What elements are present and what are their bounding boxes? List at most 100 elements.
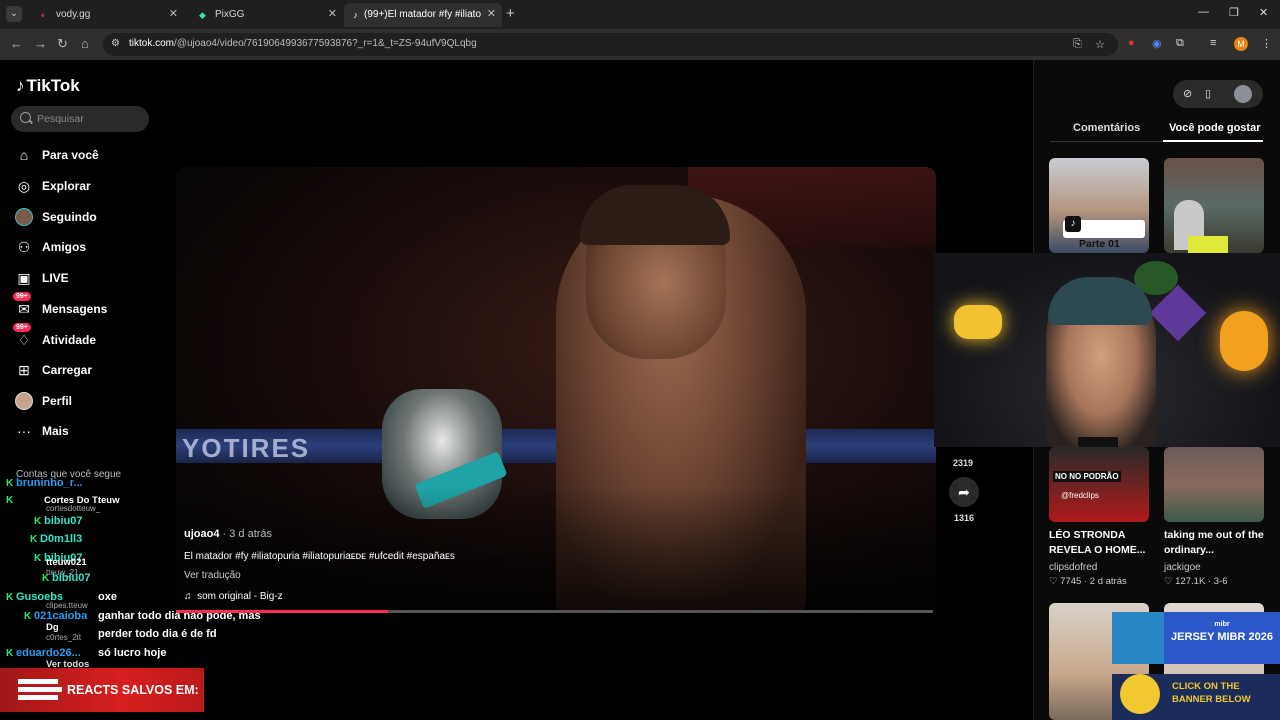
tiktok-logo[interactable]: ♪ TikTok xyxy=(16,76,80,96)
back-icon[interactable]: ← xyxy=(10,37,23,51)
extension-record-icon[interactable]: ● xyxy=(1128,37,1135,49)
bookmark-star-icon[interactable]: ☆ xyxy=(1095,38,1105,51)
tab-comentarios[interactable]: Comentários xyxy=(1073,122,1140,134)
active-tab-underline xyxy=(1163,140,1263,142)
video-caption[interactable]: El matador #fy #iliatopuria #iliatopuria… xyxy=(184,551,455,562)
browser-menu-icon[interactable]: ⋮ xyxy=(1261,37,1272,50)
nav-carregar[interactable]: ⊞ Carregar xyxy=(15,361,165,381)
video-sound[interactable]: ♫ som original - Big-z xyxy=(184,591,283,602)
search-placeholder: Pesquisar xyxy=(37,113,84,125)
card-meta: ♡ 7745 · 2 d atrás xyxy=(1049,576,1127,587)
video-bottom-gradient xyxy=(176,487,936,613)
chat-message: oxe xyxy=(98,591,117,603)
nav-atividade[interactable]: ♢ 99+ Atividade xyxy=(13,323,165,351)
browser-profile-avatar[interactable]: M xyxy=(1234,37,1248,51)
chat-subtitle: cortesdotteuw_ xyxy=(46,504,101,513)
fighter-hair xyxy=(580,185,730,245)
pumpkin-lamp-decor xyxy=(1220,311,1268,371)
new-tab-button[interactable]: + xyxy=(506,5,515,22)
close-tab-icon[interactable]: ✕ xyxy=(169,7,178,20)
nav-live[interactable]: ▣ LIVE xyxy=(15,269,165,289)
chat-line: K bruninho_r... xyxy=(6,477,83,489)
tab-pixgg[interactable]: ◆ PixGG ✕ xyxy=(185,3,343,27)
home-icon: ⌂ xyxy=(19,147,29,163)
tab-vody[interactable]: ◐ vody.gg ✕ xyxy=(26,3,184,27)
video-card[interactable]: Parte 01 ♪ xyxy=(1049,158,1149,253)
close-window-icon[interactable]: ✕ xyxy=(1259,6,1268,19)
extension-audio-icon[interactable]: ◉ xyxy=(1152,37,1162,50)
restore-icon[interactable]: ❐ xyxy=(1229,6,1239,19)
unread-badge: 99+ xyxy=(13,292,31,301)
nav-amigos[interactable]: ⚇ Amigos xyxy=(15,238,165,258)
live-icon: ▣ xyxy=(17,270,31,286)
microphone xyxy=(1078,437,1118,447)
nav-seguindo[interactable]: Seguindo xyxy=(15,208,165,228)
card-author[interactable]: clipsdofred xyxy=(1049,562,1097,573)
home-page-icon[interactable]: ⌂ xyxy=(81,37,89,51)
video-author[interactable]: ujoao4 · 3 d atrás xyxy=(184,528,272,540)
extensions-puzzle-icon[interactable]: ⧉ xyxy=(1176,37,1184,50)
close-tab-icon[interactable]: ✕ xyxy=(487,7,496,20)
minimize-icon[interactable]: — xyxy=(1198,6,1209,18)
streamer-webcam xyxy=(934,253,1280,447)
tab-title: PixGG xyxy=(215,9,245,20)
tiktok-note-icon: ♪ xyxy=(16,76,25,95)
forward-icon[interactable]: → xyxy=(34,37,47,51)
share-button[interactable]: ➦ xyxy=(949,477,979,507)
reload-icon[interactable]: ↻ xyxy=(57,37,68,51)
card-vest xyxy=(1188,236,1228,253)
video-player[interactable]: YOTIRES xyxy=(176,167,936,613)
address-bar[interactable]: ⚙ tiktok.com/@ujoao4/video/7619064993677… xyxy=(103,33,1118,56)
device-icon[interactable]: ▯ xyxy=(1205,87,1211,100)
card-author[interactable]: jackigoe xyxy=(1164,562,1201,573)
profile-avatar-icon xyxy=(15,392,33,410)
card-title[interactable]: LÉO STRONDA REVELA O HOME... xyxy=(1049,528,1149,558)
video-card[interactable] xyxy=(1164,447,1264,522)
chat-message: perder todo dia é de fd xyxy=(98,628,217,640)
activity-icon: ♢ xyxy=(17,332,31,348)
channel-logo-icon xyxy=(18,679,62,701)
url-text[interactable]: tiktok.com/@ujoao4/video/761906499367759… xyxy=(129,38,477,49)
video-progress-bar[interactable] xyxy=(176,610,933,613)
install-app-icon[interactable]: ⎘ xyxy=(1073,38,1082,51)
video-card[interactable]: NO NO PODRÃO @fredclips xyxy=(1049,447,1149,522)
ad-headline: mibr JERSEY MIBR 2026 xyxy=(1171,621,1273,643)
more-icon: ··· xyxy=(17,423,31,439)
nav-explorar[interactable]: ◎ Explorar xyxy=(15,177,165,197)
reacts-banner: REACTS SALVOS EM: xyxy=(0,668,204,712)
site-info-icon[interactable]: ⚙ xyxy=(111,38,120,49)
see-translation-link[interactable]: Ver tradução xyxy=(184,570,241,581)
nav-mais[interactable]: ··· Mais xyxy=(15,422,165,442)
friends-icon: ⚇ xyxy=(17,239,31,255)
compass-small-icon[interactable]: ⊘ xyxy=(1183,87,1192,100)
chat-username: tteuw021 xyxy=(46,557,87,568)
nav-perfil[interactable]: Perfil xyxy=(15,392,165,412)
sponsor-ad[interactable]: mibr JERSEY MIBR 2026 CLICK ON THE BANNER… xyxy=(1112,612,1280,720)
search-input[interactable]: Pesquisar xyxy=(11,106,149,132)
nav-mensagens[interactable]: ✉ 99+ Mensagens xyxy=(13,292,165,320)
chat-line: K eduardo26... xyxy=(6,647,81,659)
comment-count: 2319 xyxy=(953,458,974,468)
video-card[interactable] xyxy=(1164,158,1264,253)
media-control-icon[interactable]: ≡ xyxy=(1210,37,1216,49)
tab-tiktok[interactable]: ♪ (99+)El matador #fy #iliato ✕ xyxy=(344,3,502,27)
address-toolbar: ← → ↻ ⌂ ⚙ tiktok.com/@ujoao4/video/76190… xyxy=(0,29,1280,60)
user-avatar[interactable] xyxy=(1234,85,1252,103)
card-title[interactable]: taking me out of the ordinary... xyxy=(1164,528,1264,558)
tab-title: vody.gg xyxy=(56,9,91,20)
tab-strip: ⌄ ◐ vody.gg ✕ ◆ PixGG ✕ ♪ (99+)El matado… xyxy=(0,0,1280,29)
ad-cta[interactable]: CLICK ON THE BANNER BELOW xyxy=(1172,680,1280,706)
pixgg-icon: ◆ xyxy=(199,10,206,20)
chat-line: K bibiu07 xyxy=(42,572,91,584)
tab-search-button[interactable]: ⌄ xyxy=(6,6,22,22)
unread-badge: 99+ xyxy=(13,323,31,332)
share-arrow-icon: ➦ xyxy=(958,484,970,500)
card-handle: @fredclips xyxy=(1061,491,1099,500)
following-avatar-icon xyxy=(15,208,33,226)
nav-para-voce[interactable]: ⌂ Para você xyxy=(15,146,165,166)
close-tab-icon[interactable]: ✕ xyxy=(328,7,337,20)
banner-text: REACTS SALVOS EM: xyxy=(67,683,199,697)
chat-username: Dg xyxy=(46,622,59,633)
tab-voce-pode-gostar[interactable]: Você pode gostar xyxy=(1169,122,1260,134)
card-meta: ♡ 127.1K · 3-6 xyxy=(1164,576,1228,587)
